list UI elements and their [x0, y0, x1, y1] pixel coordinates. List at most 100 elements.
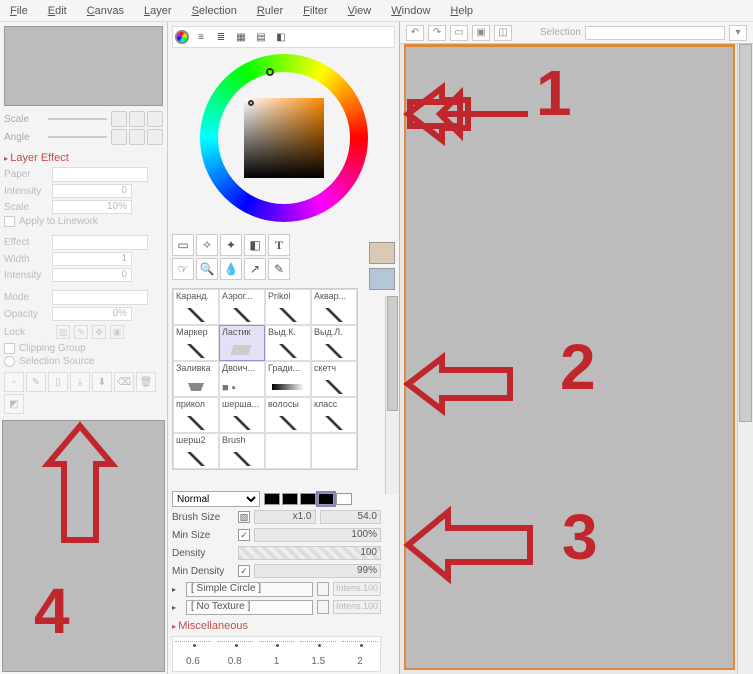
- canvas-vertical-scrollbar[interactable]: [737, 44, 753, 674]
- lock-move-icon[interactable]: ✥: [92, 325, 106, 339]
- brush-preset-5[interactable]: Ластик: [219, 325, 265, 361]
- brush-preset-11[interactable]: скетч: [311, 361, 357, 397]
- menu-window[interactable]: Window: [391, 5, 430, 17]
- nav-angle-reset[interactable]: [147, 129, 163, 145]
- menu-edit[interactable]: Edit: [48, 5, 67, 17]
- menu-canvas[interactable]: Canvas: [87, 5, 124, 17]
- spacing-1[interactable]: 0.8: [217, 641, 253, 667]
- mode-select[interactable]: [52, 290, 148, 305]
- new-linework-button[interactable]: ✎: [26, 372, 46, 392]
- brush-texture-combo[interactable]: [ No Texture ]: [186, 600, 313, 615]
- brush-preset-10[interactable]: Гради...: [265, 361, 311, 397]
- blend-mode-select[interactable]: Normal: [172, 491, 260, 507]
- canvas[interactable]: [404, 44, 735, 670]
- hue-indicator[interactable]: [266, 68, 274, 76]
- nav-scale-reset[interactable]: [147, 111, 163, 127]
- brush-shape-combo[interactable]: [ Simple Circle ]: [186, 582, 313, 597]
- text-tool[interactable]: T: [268, 234, 290, 256]
- sv-indicator[interactable]: [248, 100, 254, 106]
- color-wheel[interactable]: [200, 54, 368, 222]
- brush-preset-3[interactable]: Аквар...: [311, 289, 357, 325]
- brush-preset-12[interactable]: прикол: [173, 397, 219, 433]
- spacing-4[interactable]: 2: [342, 641, 378, 667]
- width-input[interactable]: 1: [52, 252, 132, 266]
- merge-down-button[interactable]: ⬇: [92, 372, 112, 392]
- menu-selection[interactable]: Selection: [192, 5, 237, 17]
- lasso-tool[interactable]: ✧: [196, 234, 218, 256]
- gray-mode-icon[interactable]: ▦: [233, 29, 249, 45]
- brush-preset-14[interactable]: волосы: [265, 397, 311, 433]
- brush-preset-15[interactable]: класс: [311, 397, 357, 433]
- show-sel-button[interactable]: ◫: [494, 25, 512, 41]
- menu-ruler[interactable]: Ruler: [257, 5, 283, 17]
- layer-list[interactable]: [2, 420, 165, 672]
- delete-layer-button[interactable]: 🗑: [136, 372, 156, 392]
- brush-preset-17[interactable]: Brush: [219, 433, 265, 469]
- brush-spacing-row[interactable]: 0.6 0.8 1 1.5 2: [172, 636, 381, 672]
- menu-help[interactable]: Help: [450, 5, 473, 17]
- shape-custom[interactable]: [336, 493, 352, 505]
- brush-size-value[interactable]: 54.0: [320, 510, 382, 524]
- min-density-toggle[interactable]: ✓: [238, 565, 250, 577]
- texture-expand-icon[interactable]: ▸: [172, 603, 182, 612]
- rotate-tool[interactable]: ↗: [244, 258, 266, 280]
- selection-source-radio[interactable]: [4, 356, 15, 367]
- layer-mask-button[interactable]: ◩: [4, 394, 24, 414]
- menu-view[interactable]: View: [348, 5, 372, 17]
- nav-scale-slider[interactable]: [48, 118, 107, 120]
- brush-preset-4[interactable]: Маркер: [173, 325, 219, 361]
- intensity2-input[interactable]: 0: [52, 268, 132, 282]
- brush-preset-8[interactable]: Заливка: [173, 361, 219, 397]
- intensity-input[interactable]: 0: [52, 184, 132, 198]
- nav-angle-ccw[interactable]: [111, 129, 127, 145]
- lock-alpha-icon[interactable]: ▨: [56, 325, 70, 339]
- selection-menu-button[interactable]: ▾: [729, 25, 747, 41]
- foreground-swatch[interactable]: [369, 242, 395, 264]
- lock-all-icon[interactable]: ▣: [110, 325, 124, 339]
- nav-angle-cw[interactable]: [129, 129, 145, 145]
- selection-input[interactable]: [585, 26, 725, 40]
- min-density-value[interactable]: 99%: [254, 564, 381, 578]
- brush-preset-13[interactable]: шерша...: [219, 397, 265, 433]
- texture-intensity[interactable]: Intens.100: [333, 600, 381, 614]
- rect-select-tool[interactable]: ▭: [172, 234, 194, 256]
- nav-angle-slider[interactable]: [48, 136, 107, 138]
- magic-wand-tool[interactable]: ✦: [220, 234, 242, 256]
- brush-size-mult[interactable]: x1.0: [254, 510, 316, 524]
- paper-select[interactable]: [52, 167, 148, 182]
- brush-size-toggle[interactable]: ▧: [238, 511, 250, 523]
- brush-preset-6[interactable]: Выд.К.: [265, 325, 311, 361]
- scratchpad-mode-icon[interactable]: ◧: [273, 29, 289, 45]
- misc-header[interactable]: Miscellaneous: [172, 616, 381, 632]
- hand-tool[interactable]: ☞: [172, 258, 194, 280]
- rgb-slider-mode-icon[interactable]: ≡: [193, 29, 209, 45]
- opacity-input[interactable]: 0%: [52, 307, 132, 321]
- brush-preset-9[interactable]: Двоич...: [219, 361, 265, 397]
- deselect-button[interactable]: ▭: [450, 25, 468, 41]
- min-size-toggle[interactable]: ✓: [238, 529, 250, 541]
- new-folder-button[interactable]: ▯: [48, 372, 68, 392]
- spacing-3[interactable]: 1.5: [300, 641, 336, 667]
- zoom-tool[interactable]: 🔍: [196, 258, 218, 280]
- brush-tool[interactable]: ✎: [268, 258, 290, 280]
- new-layer-button[interactable]: ▫: [4, 372, 24, 392]
- brush-preset-16[interactable]: шерш2: [173, 433, 219, 469]
- move-tool[interactable]: ◧: [244, 234, 266, 256]
- shape-flat[interactable]: [318, 493, 334, 505]
- eyedropper-tool[interactable]: 💧: [220, 258, 242, 280]
- brush-preset-1[interactable]: Аэрог...: [219, 289, 265, 325]
- transfer-down-button[interactable]: ⤓: [70, 372, 90, 392]
- redo-button[interactable]: ↷: [428, 25, 446, 41]
- texture-menu-button[interactable]: [317, 600, 329, 614]
- swatches-mode-icon[interactable]: ▤: [253, 29, 269, 45]
- clipping-group-checkbox[interactable]: [4, 343, 15, 354]
- color-wheel-mode-icon[interactable]: [175, 30, 189, 44]
- brush-preset-empty[interactable]: [265, 433, 311, 469]
- menu-file[interactable]: File: [10, 5, 28, 17]
- brush-grid-scrollbar[interactable]: [385, 296, 399, 494]
- nav-scale-minus[interactable]: [111, 111, 127, 127]
- background-swatch[interactable]: [369, 268, 395, 290]
- spacing-2[interactable]: 1: [259, 641, 295, 667]
- brush-preset-empty[interactable]: [311, 433, 357, 469]
- shape-menu-button[interactable]: [317, 582, 329, 596]
